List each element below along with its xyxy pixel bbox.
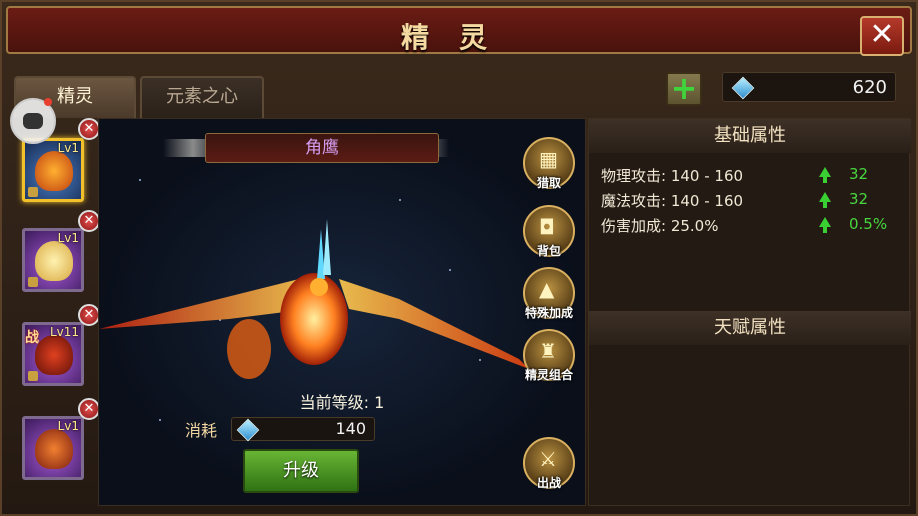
currency-display: 620 (722, 72, 896, 102)
chat-icon (23, 113, 43, 129)
stat-damage-bonus: 伤害加成: 25.0% (601, 217, 719, 235)
current-level: 当前等级: 1 (299, 393, 385, 412)
sprite-list: Lv1 ✕ Lv1 ✕ 战 Lv11 ✕ Lv1 ✕ (8, 118, 100, 506)
sprite-level: Lv1 (57, 231, 79, 245)
sprite-slot-1[interactable]: Lv1 (22, 138, 84, 202)
sprite-combo-button[interactable]: ♜ 精灵组合 (523, 329, 575, 382)
arrow-up-icon (819, 192, 831, 208)
sprite-name: 角鹰 (205, 133, 439, 163)
special-bonus-button[interactable]: ▲ 特殊加成 (523, 267, 575, 320)
sprite-slot-4[interactable]: Lv1 (22, 416, 84, 480)
bag-button[interactable]: ◘ 背包 (523, 205, 575, 258)
sword-icon: ⚔ (539, 447, 557, 471)
hunt-label: 猎取 (536, 176, 561, 190)
sprite-slot-3[interactable]: 战 Lv11 (22, 322, 84, 386)
helmet-icon: ♜ (539, 339, 557, 363)
deploy-button[interactable]: ⚔ 出战 (523, 437, 575, 490)
net-icon: ▦ (539, 147, 558, 171)
title-bar: 精灵 ✕ (6, 6, 912, 56)
dragon-portrait (35, 335, 73, 375)
close-icon: ✕ (869, 17, 895, 52)
lock-icon (28, 371, 38, 381)
lock-icon (28, 187, 38, 197)
spear-icon: ▲ (539, 277, 555, 301)
stat-bonus: 32 (849, 165, 869, 183)
base-attributes-header: 基础属性 (589, 119, 911, 153)
arrow-up-icon (819, 167, 831, 183)
add-currency-button[interactable]: + (666, 72, 702, 106)
tab-element-heart[interactable]: 元素之心 (140, 76, 264, 118)
hunt-button[interactable]: ▦ 猎取 (523, 137, 575, 190)
remove-button[interactable]: ✕ (78, 210, 100, 232)
arrow-up-icon (819, 217, 831, 233)
battle-tag: 战 (25, 330, 39, 346)
sprite-level: Lv1 (57, 141, 79, 155)
sprite-combo-label: 精灵组合 (524, 368, 573, 382)
sprite-scene: 角鹰 当前等级: 1 消耗 140 升级 ▦ 猎取 ◘ 背包 ▲ 特殊加成 ♜ … (98, 118, 586, 506)
sprite-slot-2[interactable]: Lv1 (22, 228, 84, 292)
attribute-panel: 基础属性 物理攻击: 140 - 160 32 魔法攻击: 140 - 160 … (588, 118, 911, 506)
cost-value: 140 (335, 419, 366, 438)
plus-icon: + (670, 69, 698, 107)
fairy-portrait (35, 241, 73, 281)
stat-magic-attack: 魔法攻击: 140 - 160 (601, 192, 744, 210)
remove-button[interactable]: ✕ (78, 118, 100, 140)
bag-icon: ◘ (539, 215, 555, 239)
stat-bonus: 0.5% (849, 215, 888, 233)
upgrade-button[interactable]: 升级 (243, 449, 359, 493)
diamond-icon (731, 76, 755, 100)
cost-display: 140 (231, 417, 375, 442)
deploy-label: 出战 (536, 476, 561, 490)
stat-bonus: 32 (849, 190, 869, 208)
cost-label: 消耗 (185, 421, 218, 440)
remove-button[interactable]: ✕ (78, 304, 100, 326)
stat-physical-attack: 物理攻击: 140 - 160 (601, 167, 744, 185)
sprite-level: Lv1 (57, 419, 79, 433)
phoenix-portrait (35, 151, 73, 191)
wyvern-portrait (35, 429, 73, 469)
page-title: 精灵 (400, 21, 517, 54)
talent-attributes-header: 天赋属性 (589, 311, 911, 345)
notification-dot (44, 98, 52, 106)
lock-icon (28, 277, 38, 287)
remove-button[interactable]: ✕ (78, 398, 100, 420)
special-bonus-label: 特殊加成 (524, 306, 573, 320)
sprite-level: Lv11 (49, 325, 79, 339)
currency-value: 620 (852, 77, 887, 98)
diamond-icon (236, 418, 260, 442)
bag-label: 背包 (536, 244, 561, 258)
close-button[interactable]: ✕ (860, 16, 904, 56)
